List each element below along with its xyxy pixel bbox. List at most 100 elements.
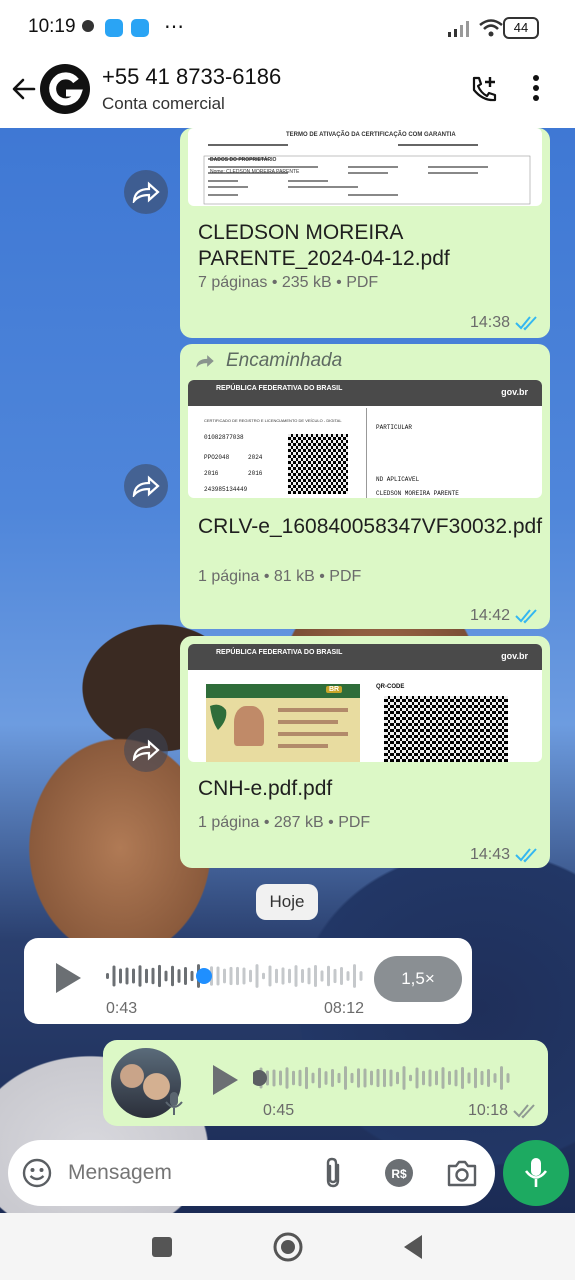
mic-button[interactable]: [503, 1140, 569, 1206]
cnh-br-badge: BR: [326, 686, 343, 693]
forward-icon: [132, 739, 160, 761]
waveform-bar: [461, 1066, 464, 1090]
preview-owner-label: DADOS DO PROPRIETÁRIO: [210, 157, 277, 163]
audio-waveform[interactable]: [253, 1062, 533, 1094]
waveform-bar: [396, 1071, 399, 1085]
message-time: 14:43: [469, 846, 510, 863]
read-ticks-icon: [515, 848, 537, 863]
nav-back-icon[interactable]: [400, 1233, 426, 1261]
preview-qr-label: QR-CODE: [376, 684, 405, 690]
preview-code: 243985134449: [204, 486, 248, 493]
message-time: 14:42: [469, 607, 510, 624]
waveform-bar: [112, 965, 116, 987]
delivered-ticks-icon: [513, 1104, 535, 1119]
message-input[interactable]: [68, 1154, 308, 1192]
waveform-bar: [333, 968, 337, 984]
audio-scrubber[interactable]: [253, 1070, 267, 1086]
waveform-bar: [151, 967, 155, 985]
waveform-bar: [474, 1067, 477, 1089]
forward-icon: [132, 181, 160, 203]
forwarded-text: Encaminhada: [226, 350, 343, 371]
waveform-bar: [298, 1069, 302, 1087]
waveform-bar: [262, 972, 265, 980]
audio-waveform[interactable]: [106, 960, 366, 992]
document-preview[interactable]: REPÚBLICA FEDERATIVA DO BRASIL gov.br CE…: [188, 380, 542, 498]
contact-avatar[interactable]: [40, 64, 90, 114]
more-notifications-icon: ⋯: [164, 16, 184, 38]
date-chip: Hoje: [256, 884, 318, 920]
cnh-line: [278, 732, 348, 736]
emoji-icon[interactable]: [22, 1158, 52, 1188]
audio-elapsed: 0:43: [106, 1000, 138, 1017]
waveform-bar: [229, 966, 233, 986]
waveform-bar: [409, 1074, 412, 1082]
forward-button[interactable]: [124, 728, 168, 772]
waveform-bar: [190, 970, 194, 982]
document-message[interactable]: REPÚBLICA FEDERATIVA DO BRASIL gov.br BR…: [180, 636, 550, 868]
waveform-bar: [255, 964, 259, 988]
document-preview[interactable]: REPÚBLICA FEDERATIVA DO BRASIL gov.br BR…: [188, 644, 542, 762]
outgoing-audio-message[interactable]: 0:45 10:18: [103, 1040, 548, 1126]
preview-chassis: ND APLICAVEL: [376, 476, 420, 483]
attach-icon[interactable]: [320, 1156, 346, 1190]
cnh-line: [278, 720, 338, 724]
document-message[interactable]: TERMO DE ATIVAÇÃO DA CERTIFICAÇÃO COM GA…: [180, 128, 550, 338]
waveform-bar: [292, 1070, 295, 1086]
playback-speed-button[interactable]: 1,5×: [374, 956, 462, 1002]
audio-elapsed: 0:45: [263, 1102, 295, 1119]
waveform-bar: [337, 1072, 341, 1084]
more-vert-icon[interactable]: [532, 72, 540, 104]
contact-name[interactable]: +55 41 8733-6186: [102, 64, 281, 90]
waveform-bar: [357, 1068, 360, 1088]
message-time: 10:18: [467, 1102, 508, 1119]
read-ticks-icon: [515, 609, 537, 624]
document-preview[interactable]: TERMO DE ATIVAÇÃO DA CERTIFICAÇÃO COM GA…: [188, 128, 542, 206]
nav-circle-icon[interactable]: [272, 1231, 304, 1263]
call-add-icon[interactable]: [468, 72, 500, 106]
app-notification-icon-2: [131, 19, 149, 37]
forward-icon: [132, 475, 160, 497]
waveform-bar: [467, 1072, 471, 1084]
waveform-bar: [307, 967, 311, 985]
read-ticks-icon: [515, 316, 537, 331]
waveform-bar: [422, 1070, 425, 1086]
waveform-bar: [340, 967, 343, 985]
qr-code: [384, 696, 508, 762]
waveform-bar: [177, 969, 181, 983]
waveform-bar: [370, 1070, 373, 1086]
waveform-bar: [223, 968, 226, 984]
forward-button[interactable]: [124, 170, 168, 214]
waveform-bar: [350, 1072, 354, 1084]
preview-doc-title: CERTIFICADO DE REGISTRO E LICENCIAMENTO …: [204, 418, 342, 423]
chat-header: +55 41 8733-6186 Conta comercial: [0, 56, 575, 128]
contact-subtitle: Conta comercial: [102, 94, 225, 113]
preview-heading: TERMO DE ATIVAÇÃO DA CERTIFICAÇÃO COM GA…: [286, 132, 456, 138]
message-input-bar[interactable]: R$: [8, 1140, 495, 1206]
preview-year: 2024: [248, 454, 263, 461]
chat-notification-icon: [82, 20, 94, 32]
waveform-bar: [281, 967, 285, 985]
wifi-icon: [479, 19, 503, 37]
waveform-bar: [236, 966, 239, 986]
waveform-bar: [506, 1073, 510, 1083]
waveform-bar: [327, 965, 330, 987]
g-logo-icon: [49, 72, 83, 106]
waveform-bar: [294, 965, 298, 987]
incoming-audio-message[interactable]: 0:43 08:12 1,5×: [24, 938, 472, 1024]
camera-icon[interactable]: [446, 1158, 478, 1188]
payment-icon[interactable]: R$: [384, 1158, 414, 1188]
document-filename: CNH-e.pdf.pdf: [198, 777, 333, 800]
chat-area[interactable]: TERMO DE ATIVAÇÃO DA CERTIFICAÇÃO COM GA…: [0, 128, 575, 1213]
waveform-bar: [119, 968, 122, 984]
forward-button[interactable]: [124, 464, 168, 508]
document-message[interactable]: Encaminhada REPÚBLICA FEDERATIVA DO BRAS…: [180, 344, 550, 629]
back-arrow-icon[interactable]: [10, 74, 38, 104]
status-bar: 10:19 ⋯ 44: [0, 0, 575, 56]
waveform-bar: [500, 1066, 503, 1090]
play-icon[interactable]: [209, 1062, 241, 1098]
waveform-bar: [164, 970, 168, 982]
nav-square-icon[interactable]: [150, 1235, 174, 1259]
preview-owner: CLEDSON MOREIRA PARENTE: [376, 490, 459, 497]
audio-scrubber[interactable]: [196, 968, 212, 984]
play-icon[interactable]: [52, 960, 84, 996]
